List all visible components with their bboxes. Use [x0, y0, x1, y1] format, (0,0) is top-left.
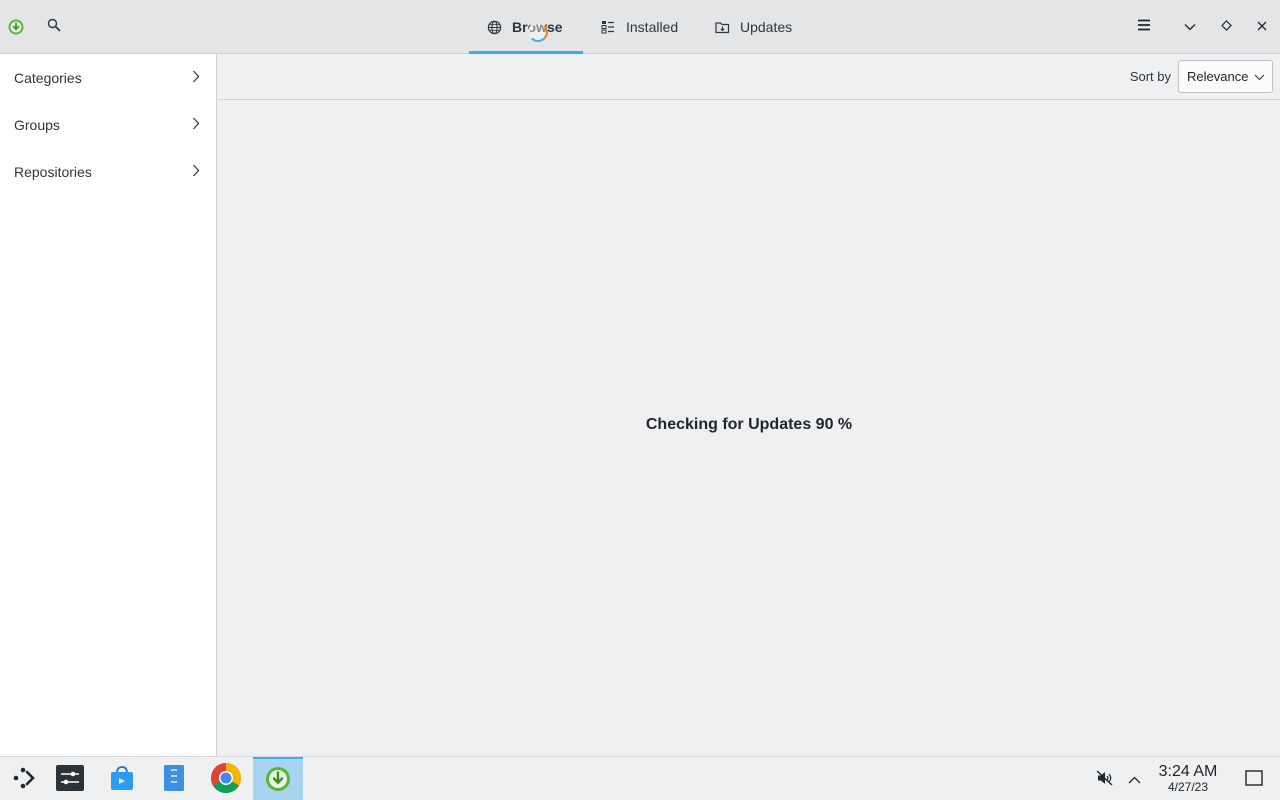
chrome-icon: [210, 762, 242, 797]
taskbar-system-settings[interactable]: [45, 757, 95, 800]
sidebar-item-label: Repositories: [14, 163, 92, 180]
maximize-icon: [1220, 19, 1232, 34]
tab-installed-label: Installed: [626, 19, 679, 35]
sort-bar: Sort by Relevance: [218, 54, 1280, 100]
taskbar-file-manager[interactable]: [149, 757, 199, 800]
tab-installed[interactable]: Installed: [583, 0, 697, 54]
header-left: [0, 0, 76, 53]
sort-value: Relevance: [1187, 69, 1249, 84]
chevron-right-icon: [192, 117, 200, 133]
minimize-button[interactable]: [1172, 0, 1208, 53]
system-settings-icon: [56, 764, 84, 794]
busy-cursor-spinner: [528, 22, 548, 42]
header-toolbar: Browse Installed Updates: [0, 0, 1280, 54]
tab-updates[interactable]: Updates: [697, 0, 807, 54]
close-icon: [1257, 19, 1267, 34]
taskbar-discover[interactable]: [253, 757, 303, 800]
window-controls: [1126, 0, 1280, 53]
discover-icon: [0, 0, 32, 53]
expand-tray-icon: [1128, 772, 1141, 787]
tray-expand[interactable]: [1122, 757, 1146, 800]
sidebar-item-repositories[interactable]: Repositories: [0, 148, 216, 195]
tab-browse[interactable]: Browse: [469, 0, 583, 54]
chevron-right-icon: [192, 164, 200, 180]
maximize-button[interactable]: [1208, 0, 1244, 53]
digital-clock[interactable]: 3:24 AM 4/27/23: [1152, 763, 1224, 794]
installed-list-icon: [599, 18, 617, 36]
sort-label: Sort by: [1129, 69, 1171, 84]
chevron-down-icon: [1254, 69, 1265, 84]
sidebar-item-groups[interactable]: Groups: [0, 101, 216, 148]
muted-volume-icon: [1096, 769, 1114, 790]
sidebar: Categories Groups Repositories: [0, 54, 217, 756]
clock-time: 3:24 AM: [1158, 763, 1218, 780]
file-manager-icon: [163, 764, 185, 794]
clock-date: 4/27/23: [1167, 780, 1209, 794]
taskbar-chrome[interactable]: [201, 757, 251, 800]
search-button[interactable]: [32, 0, 76, 53]
discover-icon: [265, 766, 291, 795]
sidebar-item-label: Groups: [14, 116, 60, 133]
taskbar-store[interactable]: [97, 757, 147, 800]
taskbar: 3:24 AM 4/27/23: [0, 756, 1280, 800]
main-content: Sort by Relevance Checking for Updates 9…: [218, 54, 1280, 756]
hamburger-menu-icon: [1137, 19, 1151, 34]
application-launcher[interactable]: [0, 757, 50, 800]
updates-folder-icon: [713, 18, 731, 36]
tab-bar: Browse Installed Updates: [469, 0, 807, 54]
chevron-right-icon: [192, 70, 200, 86]
show-desktop-icon: [1245, 769, 1263, 789]
close-button[interactable]: [1244, 0, 1280, 53]
sidebar-item-categories[interactable]: Categories: [0, 54, 216, 101]
update-status-message: Checking for Updates 90 %: [645, 416, 853, 433]
tray-volume[interactable]: [1092, 757, 1118, 800]
minimize-icon: [1184, 19, 1196, 34]
show-desktop-button[interactable]: [1240, 757, 1268, 800]
search-icon: [47, 18, 61, 35]
sort-dropdown[interactable]: Relevance: [1178, 60, 1273, 93]
store-icon: [109, 765, 135, 794]
hamburger-menu-button[interactable]: [1126, 0, 1162, 53]
application-launcher-icon: [12, 765, 38, 794]
sidebar-item-label: Categories: [14, 69, 82, 86]
tab-updates-label: Updates: [740, 19, 793, 35]
globe-icon: [485, 18, 503, 36]
